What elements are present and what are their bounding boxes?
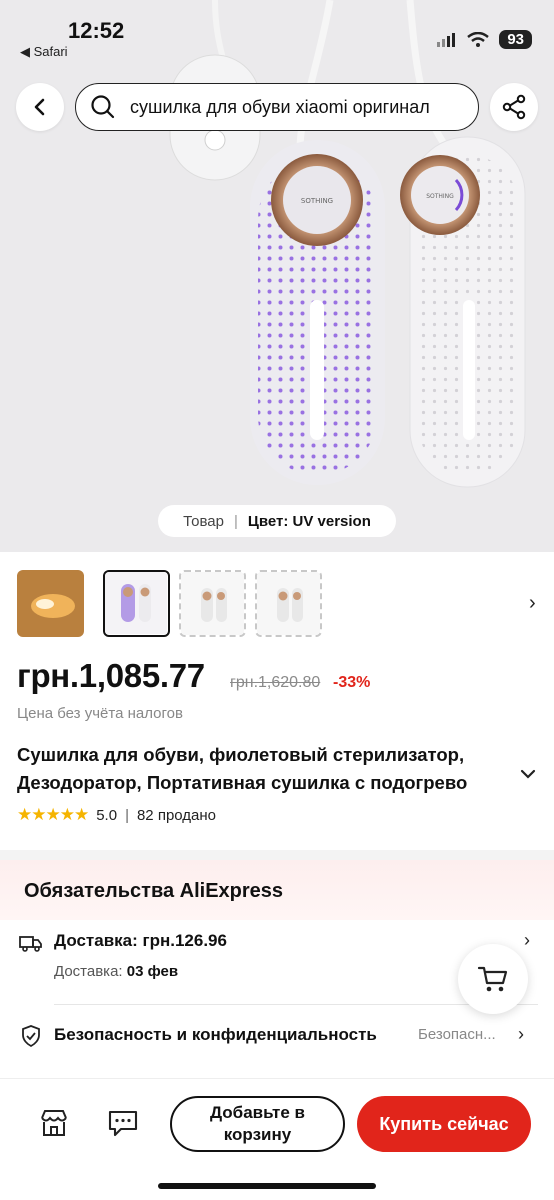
shield-check-icon	[22, 1025, 40, 1048]
shipping-date-label: Доставка:	[54, 963, 123, 980]
row-divider	[54, 1004, 538, 1005]
status-bar: 12:52 ◀ Safari 93	[0, 0, 554, 66]
variant-label: Цвет:	[247, 512, 289, 530]
chat-icon[interactable]	[107, 1108, 139, 1138]
thumbnail-white-1[interactable]	[179, 570, 246, 637]
svg-text:SOTHING: SOTHING	[301, 197, 333, 205]
cart-icon	[477, 966, 508, 992]
rating-stars-icon: ★★★★★	[17, 805, 89, 824]
expand-title-chevron-down-icon[interactable]	[520, 768, 536, 780]
status-time: 12:52	[68, 18, 125, 43]
section-divider	[0, 850, 554, 860]
shipping-cost[interactable]: Доставка: грн.126.96	[54, 931, 227, 951]
old-price: грн.1,620.80	[230, 674, 321, 691]
thumbnail-white-1-image	[181, 572, 244, 635]
product-title-line1: Сушилка для обуви, фиолетовый стерилизат…	[17, 744, 465, 765]
thumbnail-white-2[interactable]	[255, 570, 322, 637]
search-query: сушилка для обуви xiaomi оригинал	[130, 96, 430, 117]
signal-icon	[437, 32, 456, 47]
variant-kind: Товар	[183, 512, 224, 530]
back-button[interactable]	[16, 83, 64, 131]
svg-text:SOTHING: SOTHING	[426, 193, 454, 200]
security-chevron-icon[interactable]: ›	[518, 1024, 524, 1045]
share-icon	[502, 94, 526, 120]
rating-separator: |	[125, 806, 129, 824]
thumbnails-next-chevron-icon[interactable]: ›	[529, 592, 536, 615]
sold-count: 82 продано	[136, 806, 217, 824]
home-indicator[interactable]	[158, 1183, 376, 1189]
add-to-cart-button[interactable]: Добавьте в корзину	[170, 1096, 345, 1152]
rating-row[interactable]: ★★★★★ 5.0 | 82 продано	[17, 805, 216, 825]
discount-badge: -33%	[333, 674, 371, 691]
thumbnail-strip: ›	[17, 570, 547, 640]
search-input[interactable]: сушилка для обуви xiaomi оригинал	[75, 83, 479, 131]
status-icons: 93	[437, 30, 532, 49]
shipping-chevron-icon[interactable]: ›	[524, 930, 530, 951]
thumbnail-uv-selected[interactable]	[103, 570, 170, 637]
product-title-line2: Дезодоратор, Портативная сушилка с подог…	[17, 772, 468, 793]
cart-floating-button[interactable]	[458, 944, 528, 1014]
thumbnail-orange[interactable]	[17, 570, 84, 637]
variant-separator: |	[233, 512, 238, 530]
store-icon[interactable]	[38, 1108, 70, 1138]
rating-value: 5.0	[96, 806, 118, 824]
commitments-title: Обязательства AliExpress	[24, 880, 284, 902]
battery-indicator: 93	[499, 30, 532, 49]
variant-value: UV version	[292, 512, 371, 530]
wifi-icon	[467, 31, 490, 47]
product-image[interactable]: SOTHING SOTHING 12:52 ◀ Safari 93 сушилк…	[0, 0, 554, 552]
buy-now-button[interactable]: Купить сейчас	[357, 1096, 531, 1152]
security-privacy[interactable]: Безопасность и конфиденциальность	[54, 1025, 377, 1045]
share-button[interactable]	[490, 83, 538, 131]
security-privacy-value: Безопасн...	[418, 1026, 496, 1043]
current-price: грн.1,085.77	[17, 657, 205, 694]
chevron-left-icon	[34, 98, 45, 116]
thumbnail-orange-image	[17, 570, 84, 637]
shipping-date: Доставка: 03 фев	[54, 963, 178, 980]
thumbnail-uv-image	[105, 572, 167, 634]
variant-indicator[interactable]: Товар | Цвет: UV version	[158, 505, 396, 537]
tax-note: Цена без учёта налогов	[17, 705, 183, 722]
shipping-date-value: 03 фев	[126, 963, 179, 980]
truck-icon	[19, 936, 42, 952]
thumbnail-white-2-image	[257, 572, 320, 635]
back-to-app-link[interactable]: ◀ Safari	[20, 44, 68, 60]
search-icon	[91, 95, 115, 119]
product-title[interactable]: Сушилка для обуви, фиолетовый стерилизат…	[17, 741, 517, 797]
